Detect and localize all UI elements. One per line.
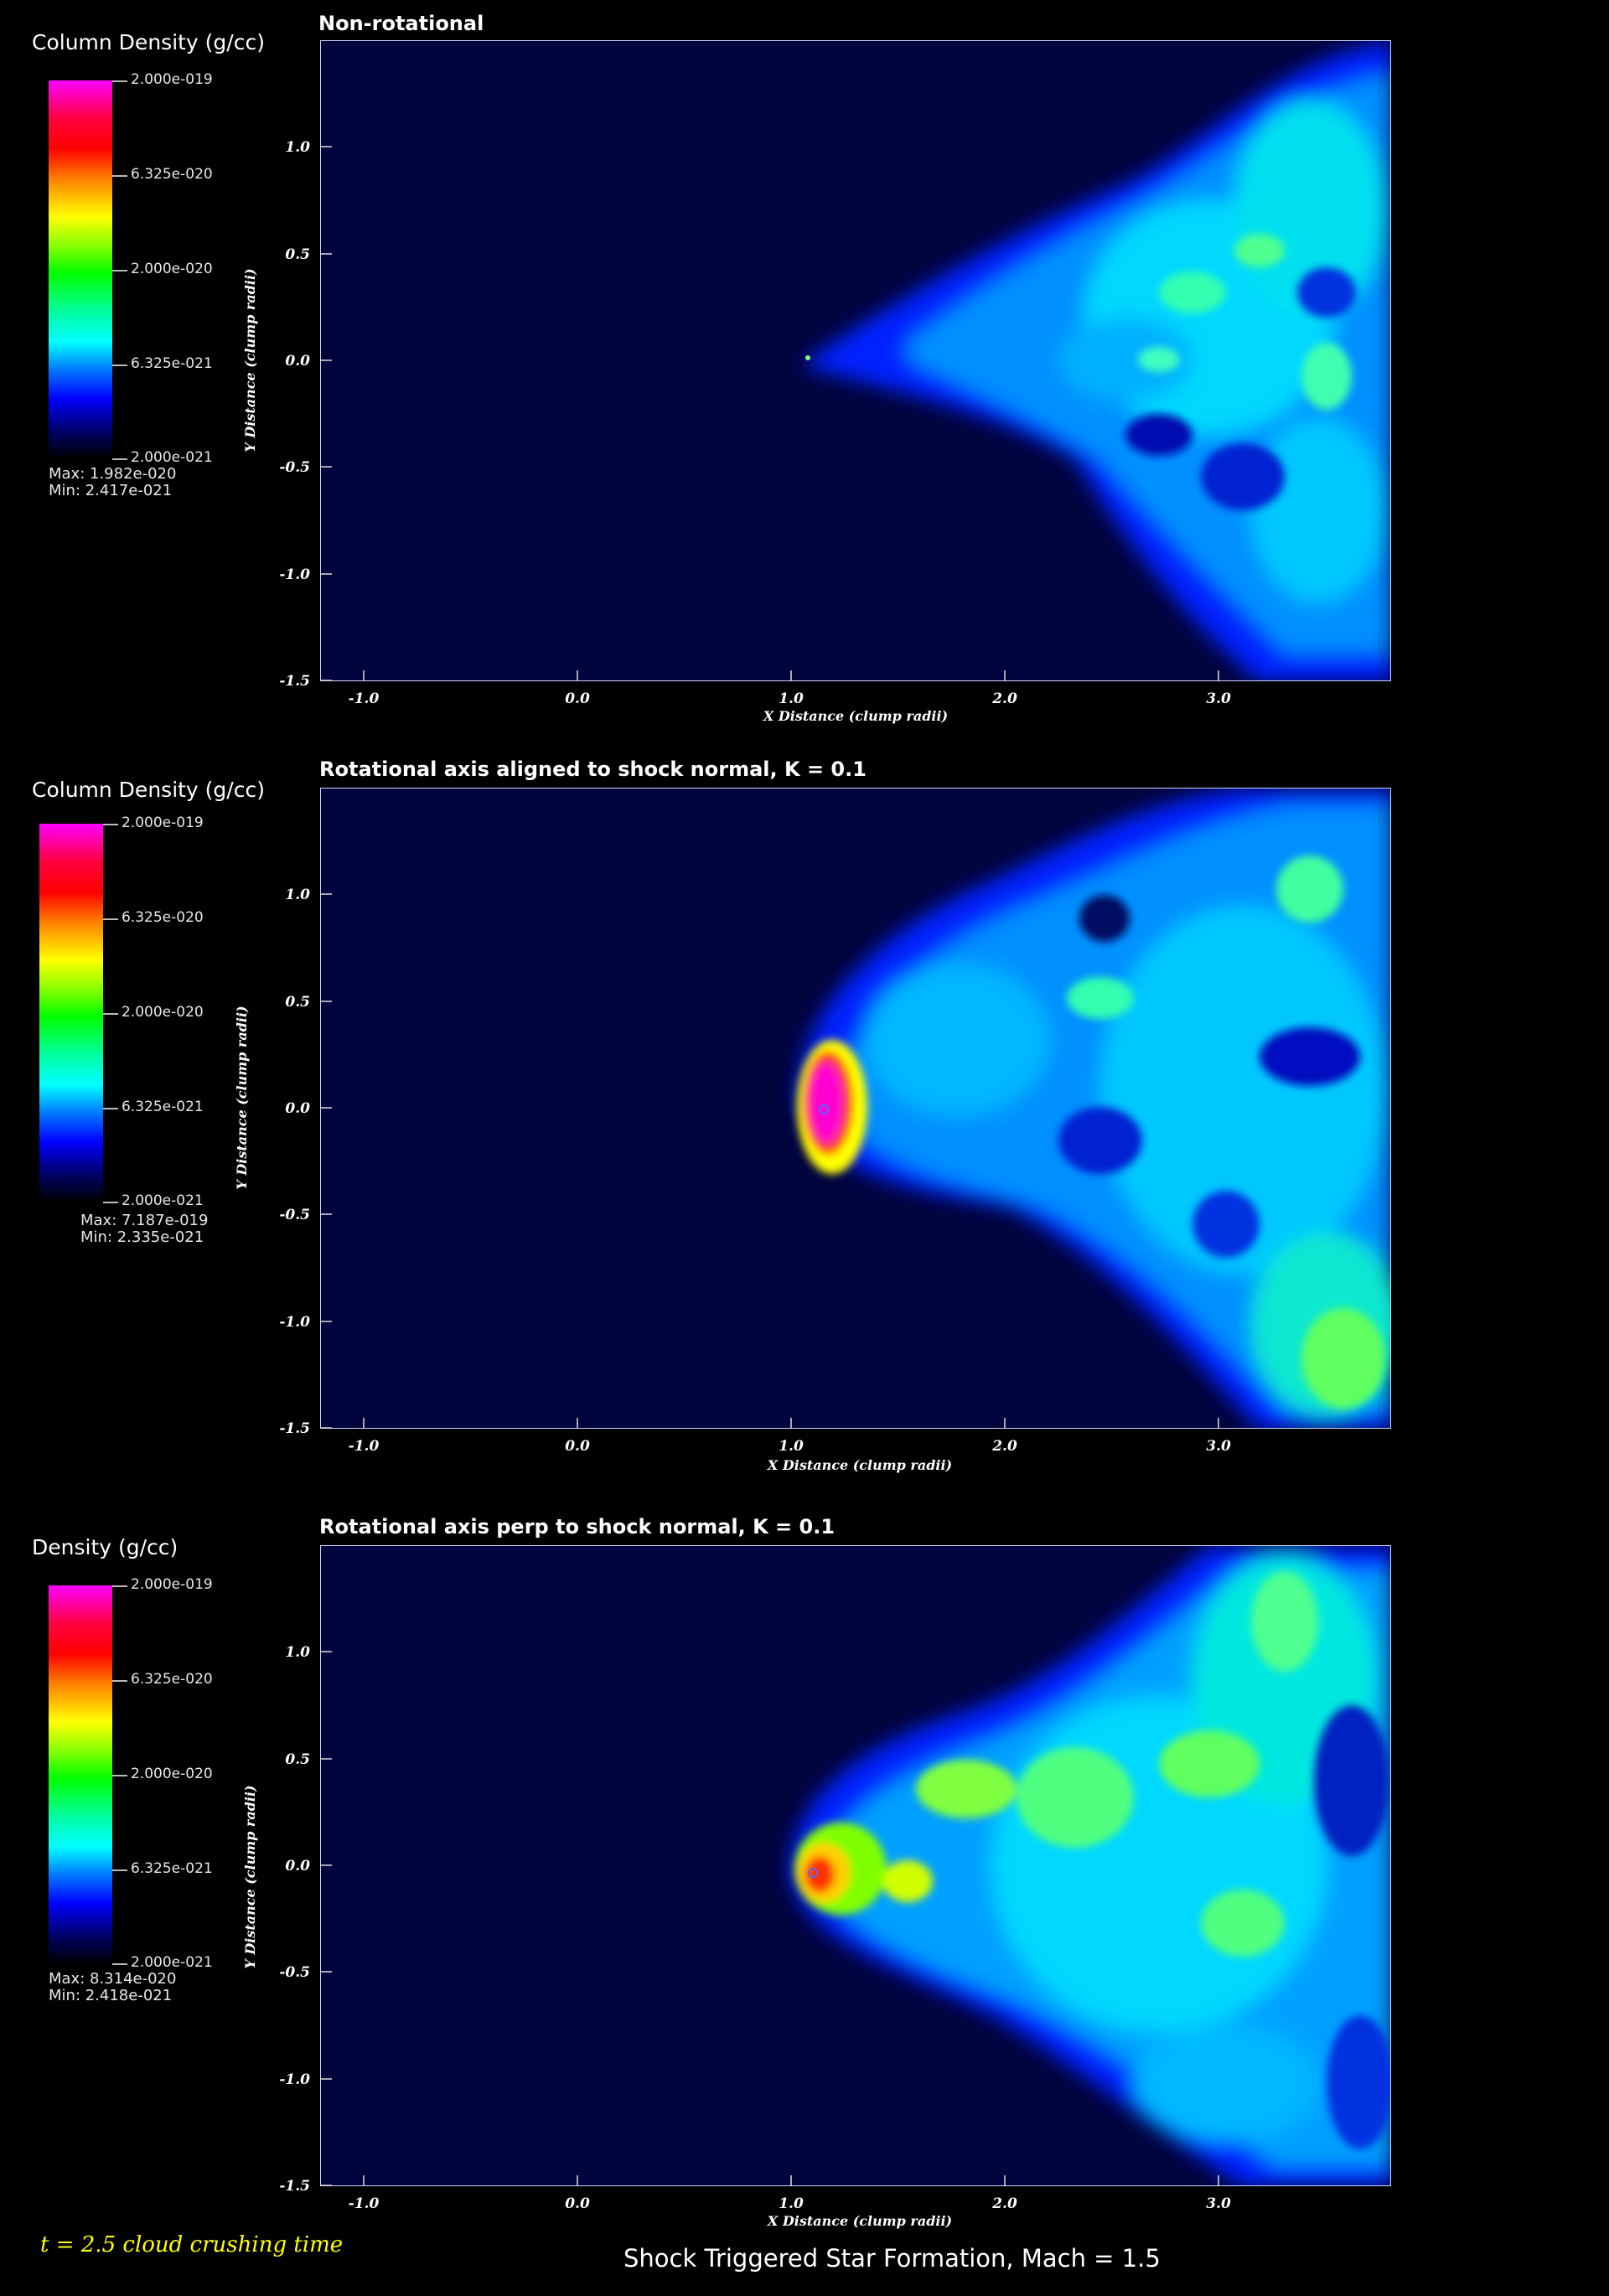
x-tick-label: -1.0 [349,2195,380,2212]
y-tick-label: 0.5 [285,1751,310,1768]
x-tick-label: 3.0 [1206,2195,1231,2212]
x-tick-label: 1.0 [779,2195,804,2212]
axes-3: 1.0 0.5 0.0 -0.5 -1.0 -1.5 -1.0 0.0 1.0 … [242,1644,1231,2229]
y-tick-label: -1.0 [279,2071,310,2088]
y-axis-label: Y Distance (clump radii) [242,1785,258,1968]
y-tick-label: -0.5 [279,1964,310,1981]
figure-title: Shock Triggered Star Formation, Mach = 1… [623,2244,1161,2273]
y-tick-label: 0.0 [285,1858,310,1875]
y-tick-label: 1.0 [285,1644,310,1661]
x-axis [363,2175,1219,2185]
x-tick-label: 2.0 [991,2195,1017,2212]
x-tick-label: 0.0 [565,2195,590,2212]
time-label: t = 2.5 cloud crushing time [40,2232,344,2257]
y-tick-label: -1.5 [279,2178,310,2195]
y-axis [320,1651,332,2186]
x-axis-label: X Distance (clump radii) [767,2213,952,2229]
